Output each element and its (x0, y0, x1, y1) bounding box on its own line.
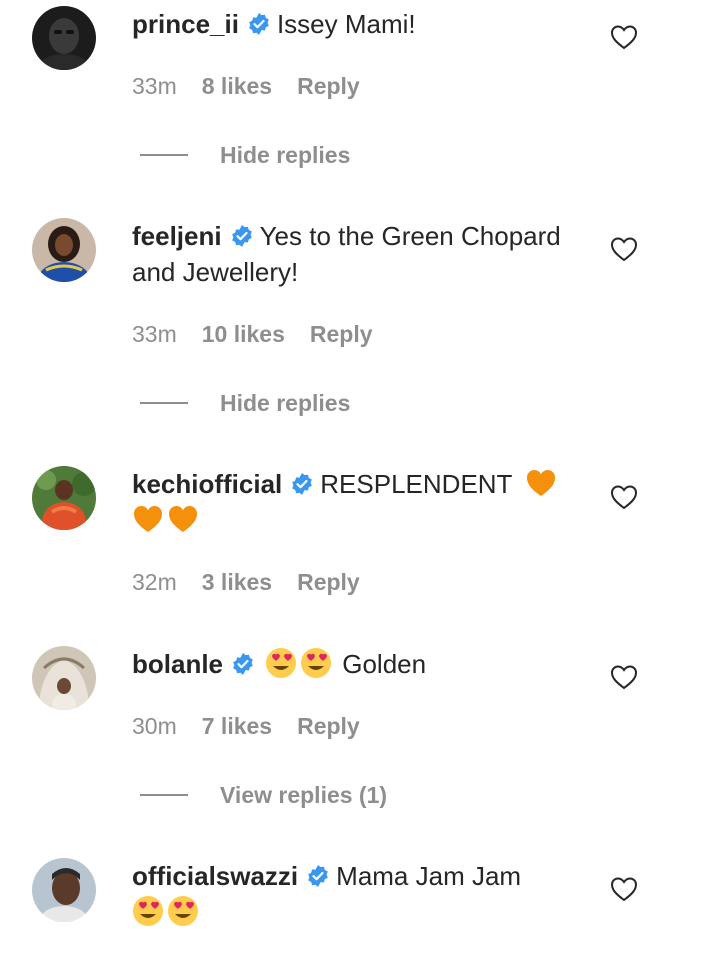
likes-count[interactable]: 7 likes (202, 713, 272, 740)
like-heart-icon[interactable] (610, 236, 638, 262)
likes-count[interactable]: 8 likes (202, 73, 272, 100)
likes-count[interactable]: 10 likes (202, 321, 285, 348)
timestamp: 32m (132, 568, 177, 595)
comment-body: RESPLENDENT (320, 469, 512, 499)
hide-replies-button[interactable]: Hide replies (140, 388, 350, 418)
reply-button[interactable]: Reply (297, 569, 360, 596)
timestamp: 33m (132, 72, 177, 99)
avatar[interactable] (32, 218, 96, 282)
comment-meta: 33m 8 likes Reply (132, 71, 360, 101)
comment-body: Mama Jam Jam (336, 861, 522, 891)
replies-toggle-label[interactable]: Hide replies (220, 142, 350, 169)
comment-meta: 33m 10 likes Reply (132, 319, 373, 349)
username[interactable]: feeljeni (132, 221, 222, 251)
verified-badge-icon (231, 652, 255, 676)
like-heart-icon[interactable] (610, 24, 638, 50)
reply-button[interactable]: Reply (297, 73, 360, 100)
username[interactable]: bolanle (132, 649, 223, 679)
comment-text: kechiofficial RESPLENDENT (132, 466, 572, 538)
replies-divider (140, 794, 188, 796)
comment-body: Golden (342, 649, 427, 679)
replies-toggle-label[interactable]: Hide replies (220, 390, 350, 417)
username[interactable]: officialswazzi (132, 861, 298, 891)
comment-text: bolanle Golden (132, 646, 572, 682)
reply-button[interactable]: Reply (310, 321, 373, 348)
comment-text: feeljeni Yes to the Green Chopard and Jew… (132, 218, 572, 290)
avatar[interactable] (32, 858, 96, 922)
avatar[interactable] (32, 646, 96, 710)
view-replies-button[interactable]: View replies (1) (140, 780, 387, 810)
heart-eyes-emoji-icon (167, 895, 199, 927)
comment-meta: 32m 3 likes Reply (132, 567, 360, 597)
replies-divider (140, 154, 188, 156)
avatar[interactable] (32, 6, 96, 70)
username[interactable]: prince_ii (132, 9, 239, 39)
reply-button[interactable]: Reply (297, 713, 360, 740)
verified-badge-icon (230, 224, 254, 248)
comment-meta: 30m 7 likes Reply (132, 711, 360, 741)
heart-eyes-emoji-icon (132, 895, 164, 927)
hide-replies-button[interactable]: Hide replies (140, 140, 350, 170)
like-heart-icon[interactable] (610, 876, 638, 902)
heart-eyes-emoji-icon (300, 647, 332, 679)
username[interactable]: kechiofficial (132, 469, 282, 499)
orange-heart-icon (167, 503, 199, 535)
avatar[interactable] (32, 466, 96, 530)
comment-body: Issey Mami! (276, 9, 416, 39)
replies-toggle-label[interactable]: View replies (1) (220, 782, 387, 809)
replies-divider (140, 402, 188, 404)
like-heart-icon[interactable] (610, 484, 638, 510)
orange-heart-icon (525, 467, 557, 499)
like-heart-icon[interactable] (610, 664, 638, 690)
likes-count[interactable]: 3 likes (202, 569, 272, 596)
verified-badge-icon (247, 12, 271, 36)
heart-eyes-emoji-icon (265, 647, 297, 679)
verified-badge-icon (290, 472, 314, 496)
timestamp: 33m (132, 320, 177, 347)
timestamp: 30m (132, 712, 177, 739)
comment-text: officialswazzi Mama Jam Jam (132, 858, 572, 930)
orange-heart-icon (132, 503, 164, 535)
verified-badge-icon (306, 864, 330, 888)
comment-text: prince_ii Issey Mami! (132, 6, 572, 42)
